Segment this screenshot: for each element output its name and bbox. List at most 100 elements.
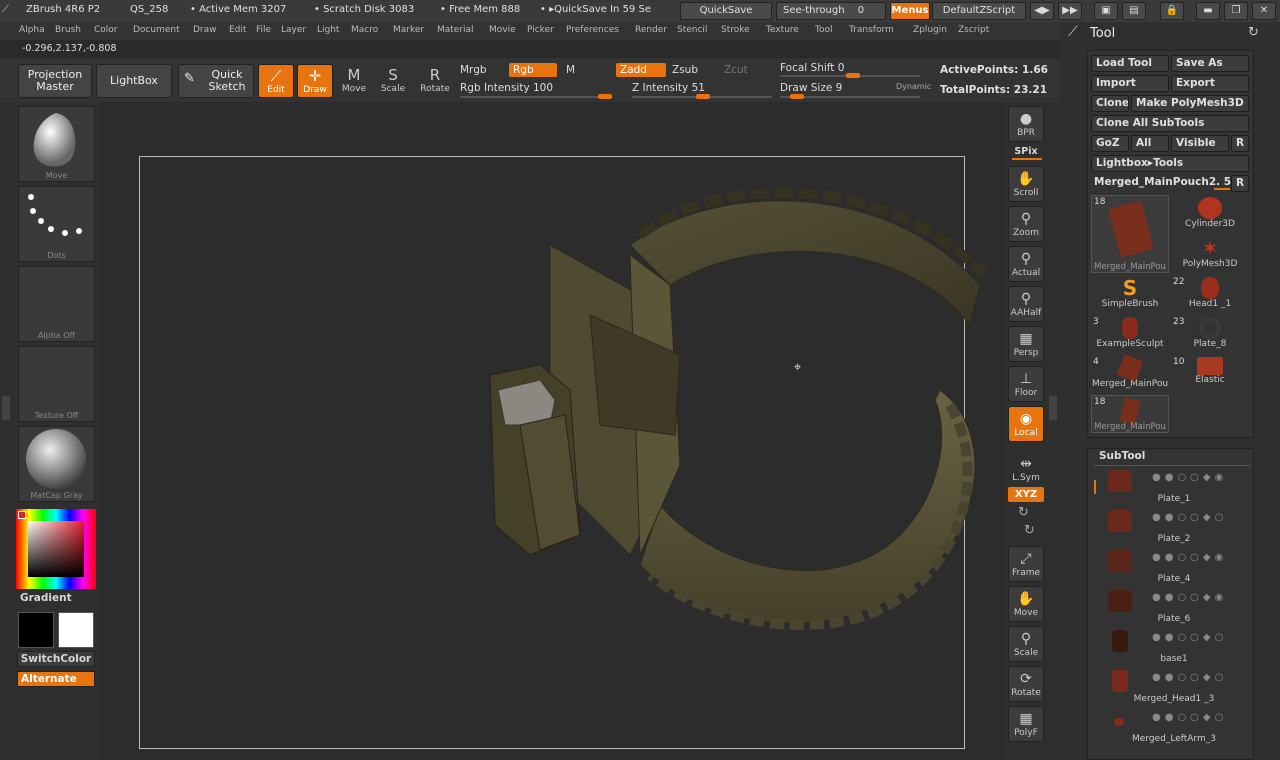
layout-icon[interactable]: ▣ xyxy=(1094,2,1118,20)
subtool-toggle-icons[interactable]: ●●○○◆◉ xyxy=(1152,592,1227,603)
subtool-row[interactable]: ●●○○◆○ Merged_LeftArm_3 xyxy=(1094,708,1254,746)
tool-item-head1[interactable]: 22 Head1 _1 xyxy=(1171,277,1249,315)
color-picker[interactable] xyxy=(16,509,96,589)
menu-document[interactable]: Document xyxy=(133,25,180,35)
m-button[interactable]: M xyxy=(566,64,575,76)
tool-item-simplebrush[interactable]: S SimpleBrush xyxy=(1091,277,1169,315)
subtool-row[interactable]: ●●○○◆○ base1 xyxy=(1094,628,1254,666)
xyz-button[interactable]: XYZ xyxy=(1008,487,1044,502)
load-tool-button[interactable]: Load Tool xyxy=(1091,55,1169,72)
subtool-title[interactable]: SubTool xyxy=(1099,450,1145,462)
scroll-button[interactable]: ✋ Scroll xyxy=(1008,166,1044,202)
menu-color[interactable]: Color xyxy=(94,25,118,35)
lsym-button[interactable]: ⇹ L.Sym xyxy=(1008,452,1044,483)
material-selector[interactable]: MatCap Gray xyxy=(18,426,95,502)
subtool-toggle-icons[interactable]: ●●○○◆○ xyxy=(1152,512,1227,523)
layout-2-icon[interactable]: ▤ xyxy=(1122,2,1146,20)
scroll-right-icon[interactable]: ▶▶ xyxy=(1058,2,1082,20)
secondary-color-swatch[interactable] xyxy=(18,612,54,648)
menu-file[interactable]: File xyxy=(256,25,271,35)
menus-button[interactable]: Menus xyxy=(890,2,930,20)
goz-all-button[interactable]: All xyxy=(1131,135,1169,152)
goz-button[interactable]: GoZ xyxy=(1091,135,1129,152)
lightbox-tools-button[interactable]: Lightbox▸Tools xyxy=(1091,155,1249,172)
menu-stencil[interactable]: Stencil xyxy=(677,25,707,35)
menu-macro[interactable]: Macro xyxy=(351,25,378,35)
clone-button[interactable]: Clone xyxy=(1091,95,1129,112)
tool-item-merged-mainpouch-2[interactable]: 4 Merged_MainPou xyxy=(1091,354,1169,395)
scale-view-button[interactable]: ⚲ Scale xyxy=(1008,626,1044,662)
floor-button[interactable]: ⊥ Floor xyxy=(1008,366,1044,402)
subtool-row[interactable]: ●●○○◆◉ Plate_4 xyxy=(1094,548,1254,586)
edit-button[interactable]: ⟋ Edit xyxy=(258,64,294,98)
menu-movie[interactable]: Movie xyxy=(489,25,516,35)
close-icon[interactable]: ✕ xyxy=(1252,2,1276,20)
menu-render[interactable]: Render xyxy=(635,25,667,35)
rotate-y-icon[interactable]: ↻ xyxy=(1018,505,1029,520)
switch-color-button[interactable]: SwitchColor xyxy=(17,651,95,667)
subtool-toggle-icons[interactable]: ●●○○◆○ xyxy=(1152,632,1227,643)
menu-tool[interactable]: Tool xyxy=(815,25,832,35)
quicksave-button[interactable]: QuickSave xyxy=(680,2,772,20)
lock-icon[interactable]: 🔒 xyxy=(1160,2,1184,20)
menu-picker[interactable]: Picker xyxy=(527,25,554,35)
focal-shift-knob[interactable] xyxy=(846,73,860,78)
menu-draw[interactable]: Draw xyxy=(193,25,217,35)
rotate-z-icon[interactable]: ↻ xyxy=(1024,523,1035,538)
subtool-row[interactable]: ●●○○◆○ Plate_2 xyxy=(1094,508,1254,546)
z-intensity-slider[interactable] xyxy=(632,94,772,99)
left-tray-handle[interactable] xyxy=(2,396,10,420)
default-zscript-button[interactable]: DefaultZScript xyxy=(932,2,1026,20)
subtool-toggle-icons[interactable]: ●●○○◆○ xyxy=(1152,672,1227,683)
texture-selector[interactable]: Texture Off xyxy=(18,346,95,422)
goz-visible-button[interactable]: Visible xyxy=(1171,135,1229,152)
minimize-icon[interactable]: ▬ xyxy=(1196,2,1220,20)
persp-button[interactable]: ▦ Persp xyxy=(1008,326,1044,362)
dynamic-toggle[interactable]: Dynamic xyxy=(896,82,931,91)
clone-all-subtools-button[interactable]: Clone All SubTools xyxy=(1091,115,1249,132)
tool-item-examplesculpt[interactable]: 3 ExampleSculpt xyxy=(1091,317,1169,355)
focal-shift-slider[interactable] xyxy=(780,73,920,78)
rgb-intensity-slider[interactable] xyxy=(460,94,612,99)
stroke-selector[interactable]: Dots xyxy=(18,186,95,262)
zoom-button[interactable]: ⚲ Zoom xyxy=(1008,206,1044,242)
mrgb-button[interactable]: Mrgb xyxy=(460,64,487,76)
rotate-view-button[interactable]: ⟳ Rotate xyxy=(1008,666,1044,702)
menu-brush[interactable]: Brush xyxy=(55,25,81,35)
goz-r-button[interactable]: R xyxy=(1231,135,1249,152)
tool-item-polymesh3d[interactable]: ✶ PolyMesh3D xyxy=(1171,237,1249,275)
subtool-row[interactable]: ●●○○◆◉ Plate_6 xyxy=(1094,588,1254,626)
menu-light[interactable]: Light xyxy=(317,25,339,35)
tool-item-merged-mainpouch-3[interactable]: 18 Merged_MainPou xyxy=(1091,395,1169,433)
subtool-row[interactable]: ●●○○◆○ Merged_Head1 _3 xyxy=(1094,668,1254,706)
lightbox-button[interactable]: LightBox xyxy=(96,64,172,98)
menu-alpha[interactable]: Alpha xyxy=(19,25,45,35)
draw-size-slider[interactable] xyxy=(780,94,920,99)
z-intensity-knob[interactable] xyxy=(696,94,711,99)
menu-layer[interactable]: Layer xyxy=(281,25,306,35)
draw-button[interactable]: ✛ Draw xyxy=(297,64,333,98)
menu-material[interactable]: Material xyxy=(437,25,474,35)
draw-size-knob[interactable] xyxy=(790,94,804,99)
alpha-selector[interactable]: Alpha Off xyxy=(18,266,95,342)
subtool-toggle-icons[interactable]: ●●○○◆◉ xyxy=(1152,552,1227,563)
3d-model-pouch-ring[interactable] xyxy=(480,175,995,640)
tool-panel-title[interactable]: Tool xyxy=(1090,26,1115,41)
scroll-left-icon[interactable]: ◀▶ xyxy=(1030,2,1054,20)
scale-button[interactable]: S Scale xyxy=(375,64,411,98)
import-button[interactable]: Import xyxy=(1091,75,1169,92)
zadd-button[interactable]: Zadd xyxy=(616,63,666,77)
actual-button[interactable]: ⚲ Actual xyxy=(1008,246,1044,282)
color-saturation-square[interactable] xyxy=(28,521,84,577)
refresh-icon[interactable]: ↻ xyxy=(1248,25,1259,40)
zcut-button[interactable]: Zcut xyxy=(724,64,748,76)
spix-slider[interactable]: SPix xyxy=(1008,146,1044,157)
menu-stroke[interactable]: Stroke xyxy=(721,25,750,35)
tool-item-selected[interactable]: 18 Merged_MainPou xyxy=(1091,195,1169,273)
maximize-icon[interactable]: ❐ xyxy=(1224,2,1248,20)
zsub-button[interactable]: Zsub xyxy=(672,64,698,76)
menu-edit[interactable]: Edit xyxy=(229,25,246,35)
projection-master-button[interactable]: Projection Master xyxy=(18,64,92,98)
tool-item-cylinder3d[interactable]: Cylinder3D xyxy=(1171,197,1249,235)
rgb-button[interactable]: Rgb xyxy=(509,63,557,77)
